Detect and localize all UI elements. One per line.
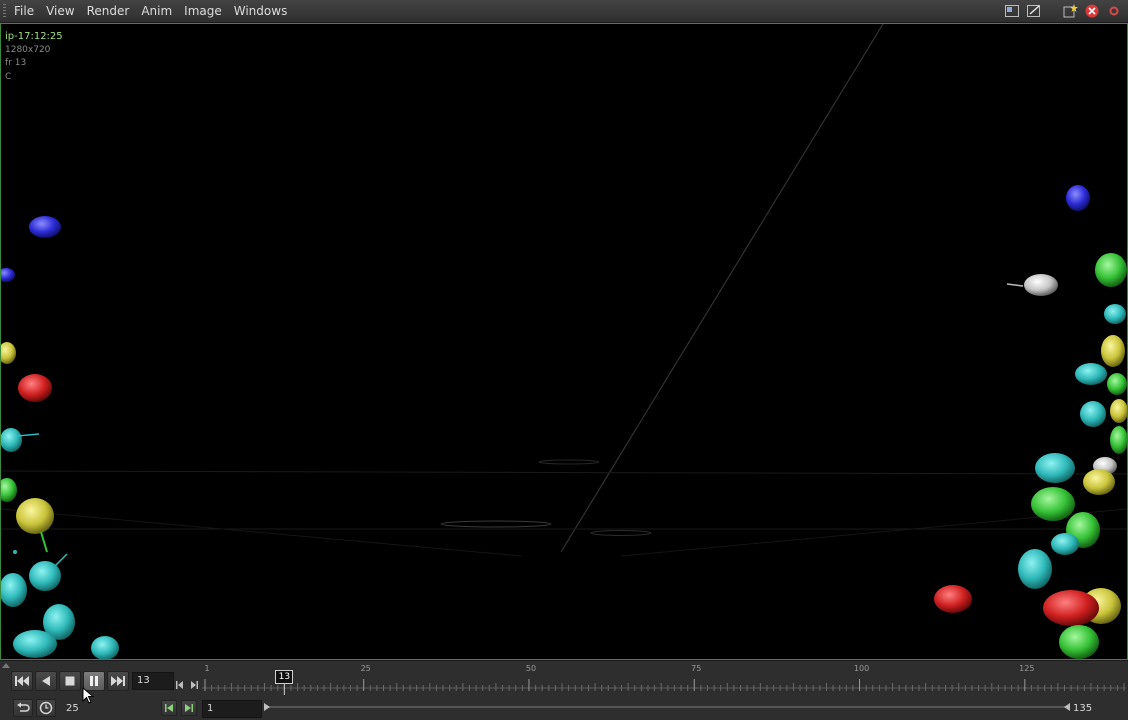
play-reverse-icon [42,676,50,686]
viewport-hud: ip-17:12:25 1280x720 fr 13 C [5,30,63,84]
new-desktop-icon[interactable] [1062,3,1078,19]
playhead-frame-label[interactable]: 13 [275,670,294,684]
scene-render [1,24,1127,659]
play-reverse-button[interactable] [35,671,57,691]
pause-icon [90,676,98,686]
timeline-tick-label: 75 [691,664,702,673]
current-frame-field[interactable]: 13 [132,672,174,690]
menu-list: File View Render Anim Image Windows [8,0,293,23]
menu-file[interactable]: File [8,0,40,23]
menu-image[interactable]: Image [178,0,228,23]
stop-icon [65,676,75,686]
range-start-field[interactable]: 1 [202,700,262,718]
range-slider[interactable] [264,703,1070,711]
range-start-icon [165,704,173,712]
range-end-button[interactable] [181,700,197,716]
menu-view[interactable]: View [40,0,80,23]
menu-windows[interactable]: Windows [228,0,294,23]
dot-red-icon[interactable] [1106,3,1122,19]
menu-anim[interactable]: Anim [135,0,178,23]
hud-resolution: 1280x720 [5,44,51,55]
menu-render[interactable]: Render [81,0,136,23]
range-end-field[interactable]: 135 [1068,700,1126,718]
close-red-icon[interactable] [1084,3,1100,19]
scene-guide-lines [1,24,1127,557]
timeline[interactable] [202,665,1126,695]
clock-icon [39,701,53,715]
range-end-icon [185,704,193,712]
jump-start-button[interactable] [11,671,33,691]
timeline-tick-label: 100 [853,664,870,673]
window-controls [1004,3,1122,20]
jump-end-icon [111,676,125,686]
timeline-tick-label: 125 [1019,664,1035,673]
render-viewport[interactable]: ip-17:12:25 1280x720 fr 13 C [0,23,1128,660]
timeline-tick-label: 50 [525,664,537,673]
step-forward-icon[interactable] [189,675,198,694]
playbar: 13 25 1 135 1 25 50 75 100 125 13 [0,660,1128,720]
timeline-tick-label: 1 [204,664,210,673]
hud-plane: C [5,71,12,82]
range-start-button[interactable] [161,700,177,716]
menu-bar: File View Render Anim Image Windows [0,0,1128,23]
stop-button[interactable] [59,671,81,691]
step-back-icon[interactable] [176,675,185,694]
jump-start-icon [15,676,29,686]
hud-flipbook-name: ip-17:12:25 [5,31,63,42]
loop-mode-button[interactable] [13,699,33,717]
hop-cones-left [1,216,119,659]
jump-end-button[interactable] [107,671,129,691]
timeline-tick-label: 25 [360,664,371,673]
layout-toggle-icon[interactable] [1004,3,1020,19]
range-slider-start-handle[interactable] [264,703,270,711]
playbar-collapse-icon[interactable] [2,663,10,668]
range-slider-end-handle[interactable] [1064,703,1070,711]
hud-frame: fr 13 [5,58,27,68]
mouse-cursor-icon [82,687,94,704]
panel-edit-icon[interactable] [1026,3,1042,19]
loop-icon [17,702,30,712]
hop-cones-right [934,185,1127,659]
realtime-toggle-button[interactable] [36,699,56,717]
menu-grip-handle[interactable] [3,4,6,19]
